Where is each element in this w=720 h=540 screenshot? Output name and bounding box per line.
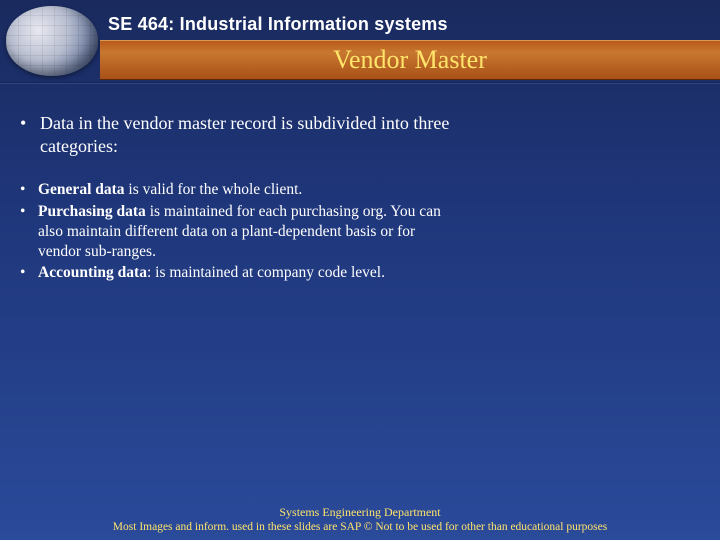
course-title: SE 464: Industrial Information systems [108, 14, 448, 35]
divider [0, 82, 720, 84]
list-item: Purchasing data is maintained for each p… [20, 202, 460, 261]
item-rest: : is maintained at company code level. [147, 264, 385, 281]
globe-icon [6, 6, 98, 76]
item-rest: is valid for the whole client. [125, 181, 303, 198]
footer-line1: Systems Engineering Department [0, 505, 720, 520]
slide-content: Data in the vendor master record is subd… [20, 112, 460, 285]
footer-line2: Most Images and inform. used in these sl… [0, 520, 720, 534]
slide-footer: Systems Engineering Department Most Imag… [0, 505, 720, 534]
slide-title-band: Vendor Master [100, 40, 720, 80]
item-bold: Purchasing data [38, 203, 146, 220]
list-item: Accounting data: is maintained at compan… [20, 263, 460, 283]
item-bold: General data [38, 181, 125, 198]
list-item: General data is valid for the whole clie… [20, 180, 460, 200]
item-bold: Accounting data [38, 264, 147, 281]
slide-title: Vendor Master [333, 45, 487, 75]
intro-bullet: Data in the vendor master record is subd… [20, 112, 460, 158]
slide-header: SE 464: Industrial Information systems V… [0, 0, 720, 80]
